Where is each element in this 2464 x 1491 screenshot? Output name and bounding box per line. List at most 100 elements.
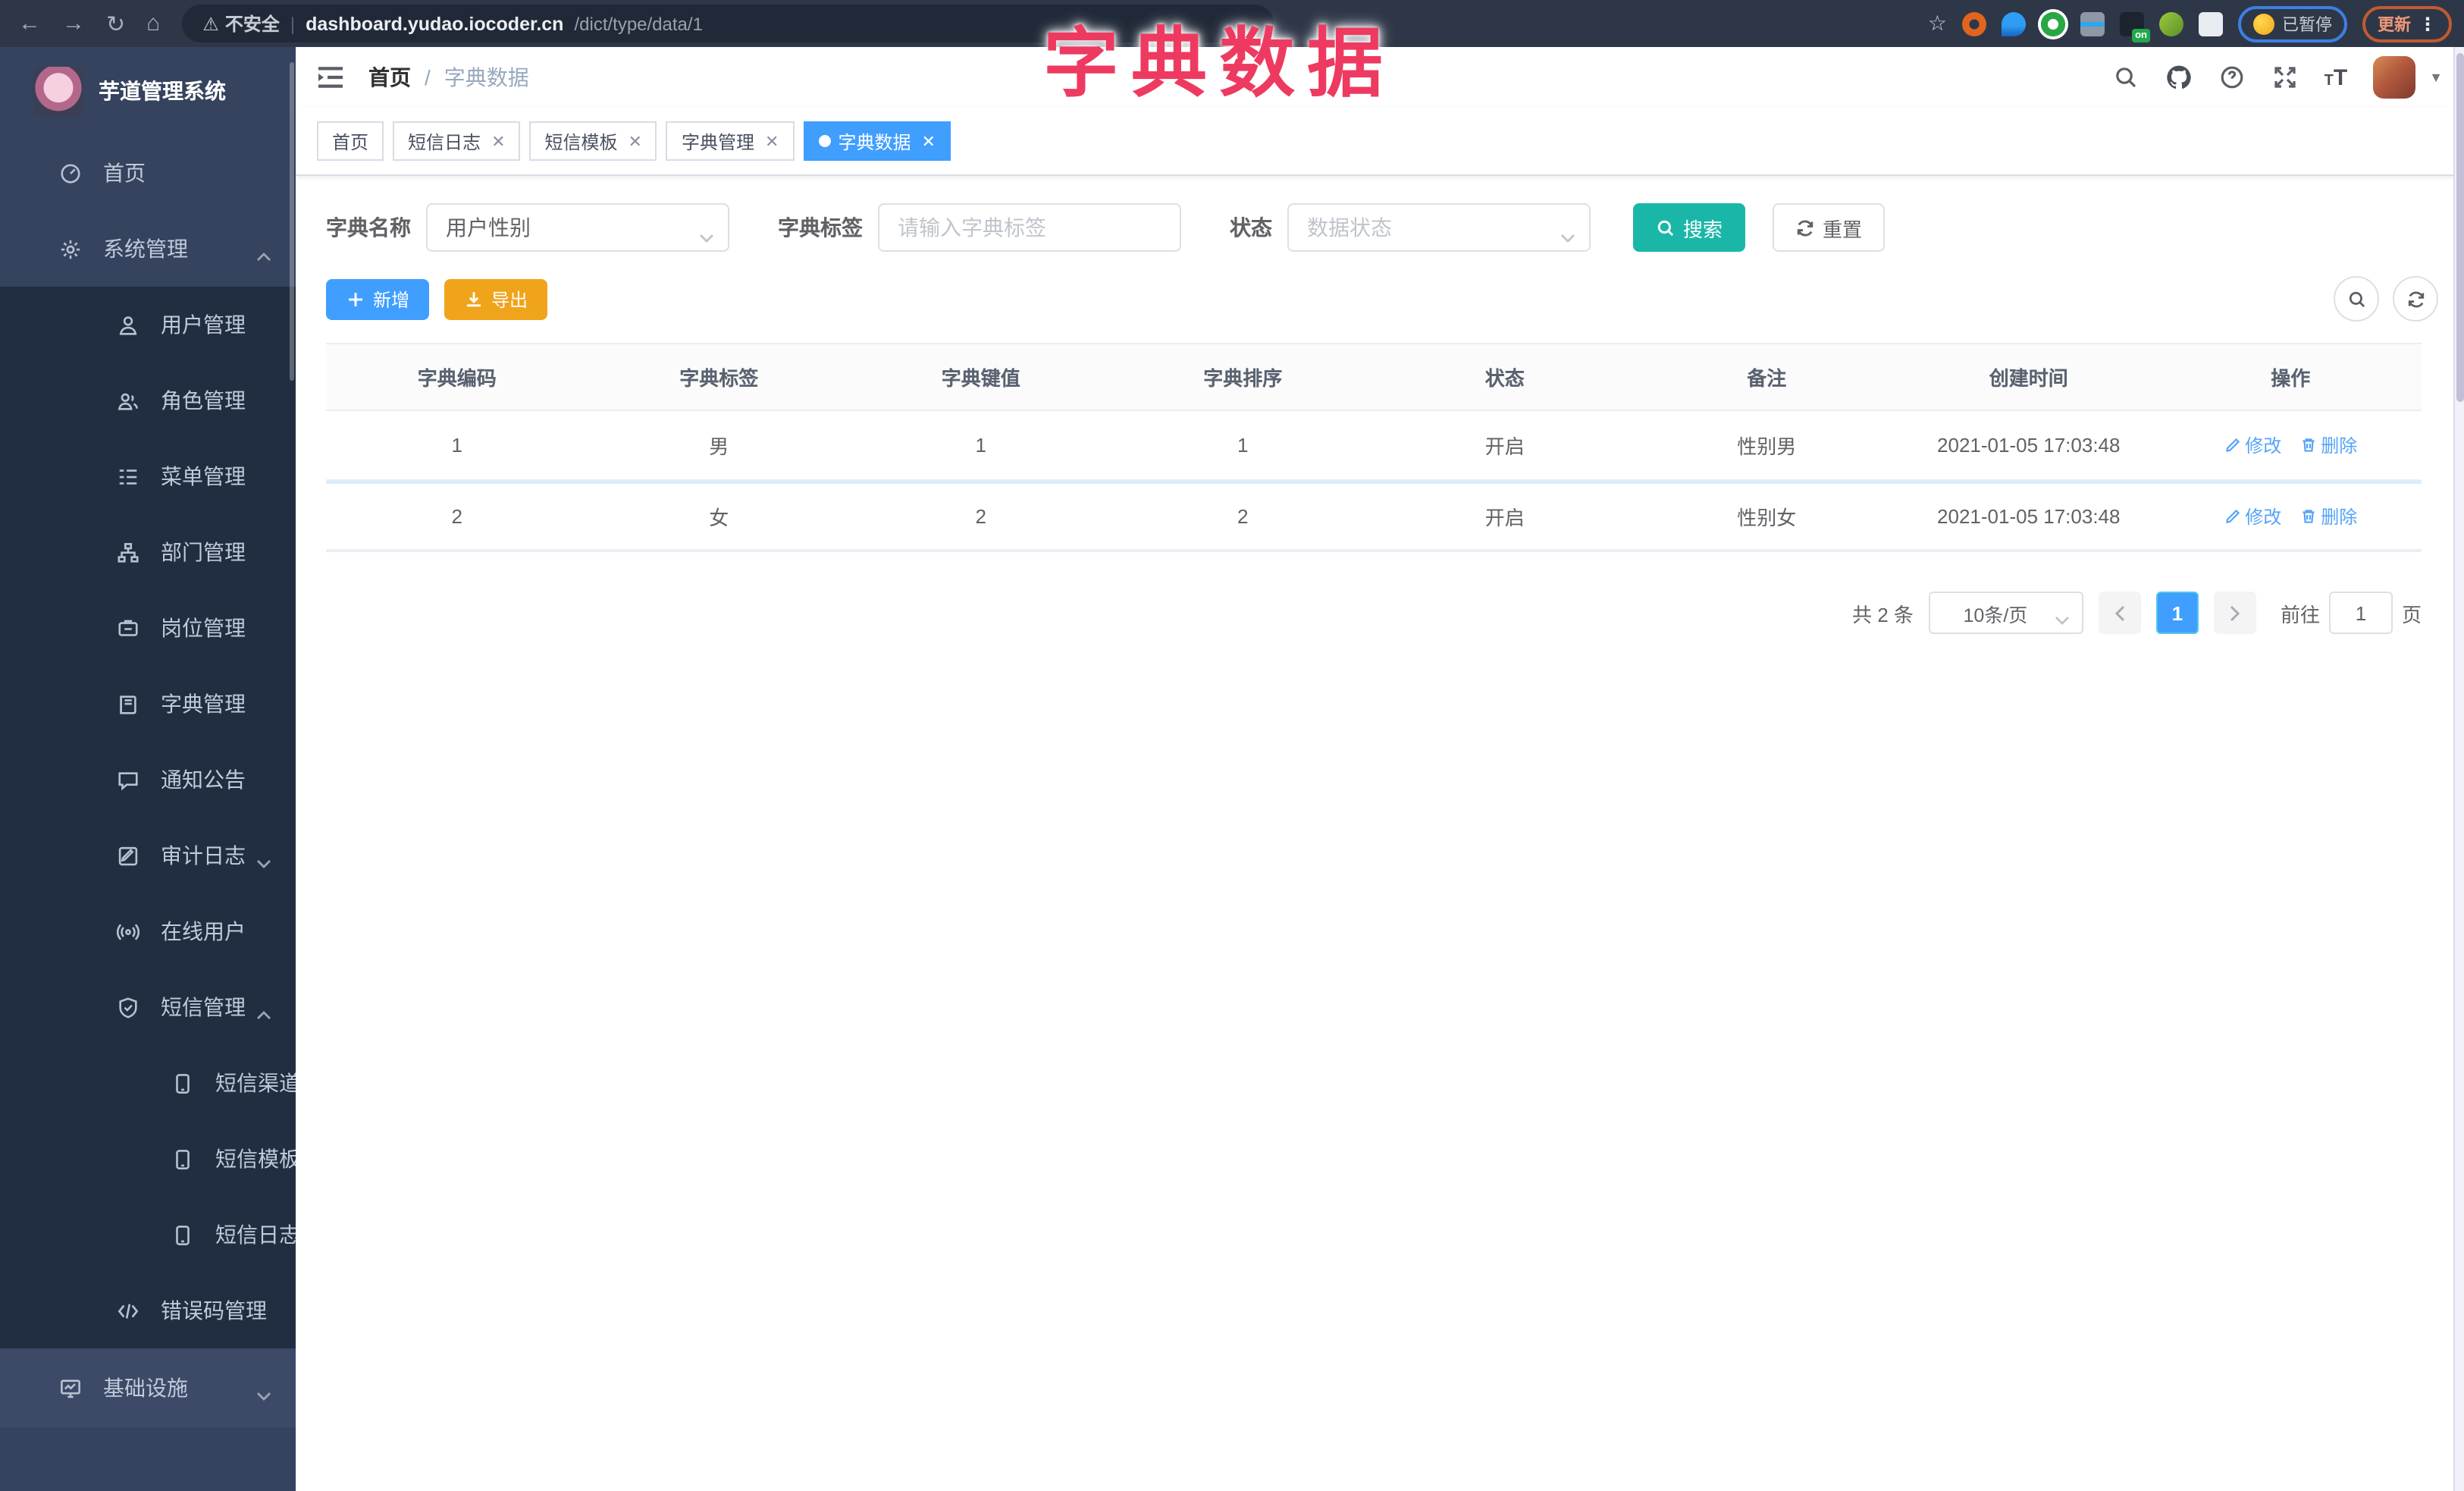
tab-dict-management[interactable]: 字典管理 ✕ — [666, 121, 795, 161]
cell-created: 2021-01-05 17:03:48 — [1937, 505, 2121, 528]
help-icon[interactable] — [2218, 64, 2246, 91]
sidebar-scrollbar[interactable] — [290, 62, 294, 381]
extensions-puzzle-icon[interactable] — [2199, 11, 2223, 36]
table-header-row: 字典编码 字典标签 字典键值 字典排序 状态 备注 创建时间 操作 — [326, 344, 2422, 411]
extension-blue-pin-icon[interactable] — [2002, 11, 2026, 36]
sidebar-submenu-system: 用户管理 角色管理 菜单管理 部门管理 岗位管理 字典管理 通知公告 审计日志 … — [0, 287, 296, 1348]
prev-page-button[interactable] — [2098, 592, 2141, 634]
close-tab-icon[interactable]: ✕ — [921, 131, 935, 151]
browser-menu-icon[interactable]: ⋮ — [2419, 13, 2437, 34]
phone-icon — [170, 1223, 194, 1247]
tab-sms-log[interactable]: 短信日志 ✕ — [393, 121, 521, 161]
extension-sliders-icon[interactable] — [2080, 11, 2105, 36]
tab-sms-template[interactable]: 短信模板 ✕ — [529, 121, 657, 161]
cell-sort: 2 — [1237, 505, 1249, 528]
search-icon — [1657, 219, 1674, 236]
url-path: /dict/type/data/1 — [574, 13, 703, 34]
address-bar[interactable]: ⚠ 不安全 | dashboard.yudao.iocoder.cn /dict/… — [181, 5, 1274, 42]
refresh-table-button[interactable] — [2393, 276, 2438, 322]
scrollbar-thumb[interactable] — [2456, 53, 2464, 402]
url-domain: dashboard.yudao.iocoder.cn — [306, 13, 564, 34]
browser-update-button[interactable]: 更新 ⋮ — [2362, 5, 2452, 42]
hamburger-icon[interactable] — [317, 65, 344, 89]
shield-check-icon — [115, 995, 140, 1019]
search-button[interactable]: 搜索 — [1633, 203, 1746, 252]
monitor-icon — [58, 1376, 82, 1400]
sidebar-item-menu-management[interactable]: 菜单管理 — [0, 438, 296, 514]
breadcrumb-home-link[interactable]: 首页 — [368, 62, 411, 93]
delete-link[interactable]: 删除 — [2299, 432, 2357, 458]
next-page-button[interactable] — [2213, 592, 2256, 634]
app-logo-row[interactable]: 芋道管理系统 — [0, 47, 296, 135]
dict-name-select[interactable]: 用户性别 — [426, 203, 729, 252]
bookmark-star-icon[interactable]: ☆ — [1928, 11, 1947, 36]
user-avatar[interactable] — [2373, 56, 2416, 99]
book-icon — [115, 692, 140, 716]
edit-link[interactable]: 修改 — [2224, 432, 2281, 458]
search-icon[interactable] — [2112, 64, 2140, 91]
reset-button[interactable]: 重置 — [1773, 203, 1886, 252]
goto-page: 前往 页 — [2281, 592, 2422, 634]
forward-icon[interactable]: → — [62, 11, 85, 36]
status-select[interactable]: 数据状态 — [1287, 203, 1591, 252]
home-icon[interactable]: ⌂ — [146, 11, 160, 36]
breadcrumb: 首页 / 字典数据 — [368, 62, 529, 93]
sidebar-item-audit-log[interactable]: 审计日志 — [0, 818, 296, 893]
sidebar-item-role-management[interactable]: 角色管理 — [0, 363, 296, 438]
goto-label: 前往 — [2280, 603, 2320, 626]
security-warning[interactable]: ⚠ 不安全 — [202, 11, 280, 36]
pagination-total: 共 2 条 — [1852, 603, 1914, 626]
extension-orange-icon[interactable] — [1962, 11, 1986, 36]
goto-page-input[interactable] — [2328, 592, 2393, 634]
message-icon — [115, 767, 140, 792]
delete-link[interactable]: 删除 — [2299, 504, 2357, 529]
export-button[interactable]: 导出 — [444, 278, 548, 319]
github-icon[interactable] — [2165, 64, 2193, 91]
font-size-icon[interactable]: TT — [2324, 64, 2348, 90]
fullscreen-icon[interactable] — [2271, 64, 2299, 91]
sidebar-item-system-management[interactable]: 系统管理 — [0, 211, 296, 287]
close-tab-icon[interactable]: ✕ — [491, 131, 505, 151]
page-scrollbar[interactable] — [2453, 47, 2464, 1491]
sidebar-item-online-users[interactable]: 在线用户 — [0, 893, 296, 969]
sidebar-item-infrastructure[interactable]: 基础设施 — [0, 1348, 296, 1427]
edit-icon — [2225, 509, 2240, 523]
dict-tag-input[interactable] — [878, 203, 1181, 252]
close-tab-icon[interactable]: ✕ — [765, 131, 779, 151]
sidebar-item-dict-management[interactable]: 字典管理 — [0, 666, 296, 742]
extension-on-badge: on — [2132, 28, 2150, 42]
add-button[interactable]: 新增 — [326, 278, 430, 319]
cell-remark: 性别男 — [1737, 435, 1797, 458]
cell-label: 男 — [709, 435, 729, 458]
reload-icon[interactable]: ↻ — [106, 10, 125, 37]
sidebar-item-dept-management[interactable]: 部门管理 — [0, 514, 296, 590]
toggle-search-button[interactable] — [2334, 276, 2379, 322]
sidebar-item-post-management[interactable]: 岗位管理 — [0, 590, 296, 666]
profile-paused-badge[interactable]: 已暂停 — [2238, 5, 2347, 42]
goto-suffix: 页 — [2401, 603, 2422, 626]
sidebar-item-sms-management[interactable]: 短信管理 — [0, 969, 296, 1045]
dashboard-icon — [58, 161, 82, 185]
close-tab-icon[interactable]: ✕ — [629, 131, 642, 151]
page-size-select[interactable]: 10条/页 — [1928, 592, 2083, 634]
sidebar-item-sms-template[interactable]: 短信模板 — [0, 1121, 296, 1197]
current-page-button[interactable]: 1 — [2155, 592, 2199, 634]
sidebar-item-notice[interactable]: 通知公告 — [0, 742, 296, 818]
tab-home[interactable]: 首页 — [317, 121, 384, 161]
sidebar-item-home[interactable]: 首页 — [0, 135, 296, 211]
sidebar-item-sms-channel[interactable]: 短信渠道 — [0, 1045, 296, 1121]
edit-link[interactable]: 修改 — [2224, 504, 2281, 529]
extension-green-icon[interactable] — [2159, 11, 2183, 36]
sidebar-item-error-code-management[interactable]: 错误码管理 — [0, 1273, 296, 1348]
avatar-caret-icon[interactable]: ▼ — [2429, 70, 2443, 85]
tab-dict-data[interactable]: 字典数据 ✕ — [803, 121, 951, 161]
extension-green-check-icon[interactable] — [2041, 11, 2065, 36]
sidebar-item-sms-log[interactable]: 短信日志 — [0, 1197, 296, 1273]
back-icon[interactable]: ← — [18, 11, 41, 36]
refresh-icon — [2407, 290, 2424, 307]
tree-icon — [115, 540, 140, 564]
sidebar-item-user-management[interactable]: 用户管理 — [0, 287, 296, 363]
cell-status: 开启 — [1484, 507, 1525, 529]
list-icon — [115, 464, 140, 488]
extension-terminal-icon[interactable]: on — [2120, 11, 2150, 42]
